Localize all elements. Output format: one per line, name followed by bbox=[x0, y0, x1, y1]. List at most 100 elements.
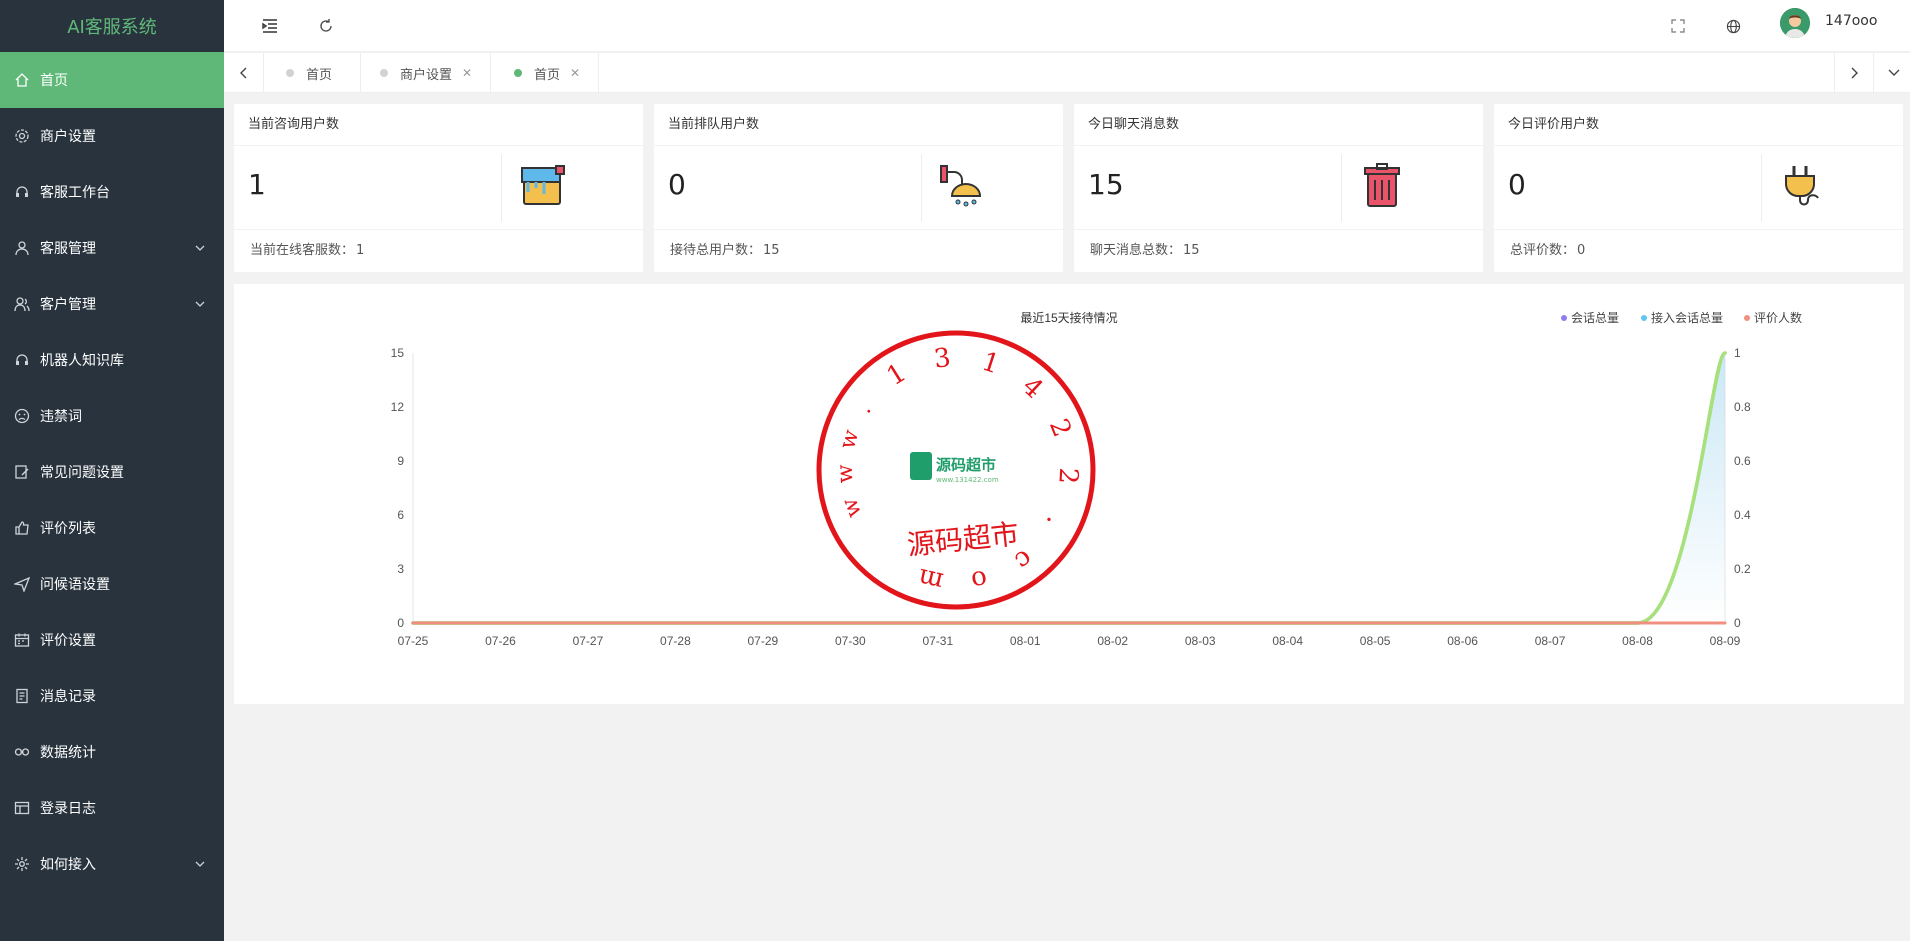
x-tick-label: 08-06 bbox=[1447, 634, 1478, 648]
collapse-menu-button[interactable] bbox=[254, 10, 286, 42]
tab-bar: 首页 商户设置 ✕ 首页 ✕ bbox=[224, 53, 1910, 93]
card-divider bbox=[1761, 154, 1762, 222]
avatar[interactable] bbox=[1780, 8, 1810, 38]
card-title: 今日聊天消息数 bbox=[1074, 104, 1483, 146]
sidebar-menu: 首页商户设置客服工作台客服管理客户管理机器人知识库违禁词常见问题设置 评价列表问候… bbox=[0, 52, 224, 892]
sidebar-item-label: 客户管理 bbox=[40, 297, 96, 313]
tab-label: 首页 bbox=[534, 67, 561, 83]
card-title: 当前排队用户数 bbox=[654, 104, 1063, 146]
app-logo[interactable]: AI客服系统 bbox=[0, 0, 224, 52]
y-right-tick-label: 0.2 bbox=[1734, 562, 1751, 576]
x-tick-label: 07-29 bbox=[748, 634, 779, 648]
sidebar-item-11[interactable]: 消息记录 bbox=[0, 668, 224, 724]
tab-label: 首页 bbox=[306, 67, 333, 83]
sidebar-item-7[interactable]: 常见问题设置 bbox=[0, 444, 224, 500]
card-value: 1 bbox=[248, 168, 266, 201]
watermark-char: . bbox=[852, 398, 877, 418]
tab-scroll-left-button[interactable] bbox=[224, 53, 264, 93]
y-left-tick-label: 9 bbox=[397, 454, 404, 468]
headset-icon bbox=[14, 352, 30, 368]
y-right-tick-label: 0.6 bbox=[1734, 454, 1751, 468]
sidebar-item-12[interactable]: 数据统计 bbox=[0, 724, 224, 780]
tab-status-dot bbox=[286, 69, 294, 77]
legend-marker bbox=[1561, 315, 1567, 321]
calendar-icon bbox=[14, 632, 30, 648]
card-body: 0 bbox=[654, 146, 1063, 230]
sidebar-item-14[interactable]: 如何接入 bbox=[0, 836, 224, 892]
users-icon bbox=[14, 296, 30, 312]
close-icon[interactable]: ✕ bbox=[570, 66, 580, 80]
card-value: 0 bbox=[668, 168, 686, 201]
watermark-char: w bbox=[835, 427, 864, 452]
fullscreen-button[interactable] bbox=[1662, 10, 1694, 42]
card-body: 1 bbox=[234, 146, 643, 230]
y-left-tick-label: 12 bbox=[391, 400, 405, 414]
sidebar-item-9[interactable]: 问候语设置 bbox=[0, 556, 224, 612]
username[interactable]: 147ooo bbox=[1825, 13, 1877, 29]
card-value: 15 bbox=[1088, 168, 1124, 201]
home-icon bbox=[14, 72, 30, 88]
edit-icon bbox=[14, 464, 30, 480]
legend-label: 接入会话总量 bbox=[1651, 310, 1723, 325]
chevron-down-icon bbox=[194, 242, 206, 254]
sidebar-item-8[interactable]: 评价列表 bbox=[0, 500, 224, 556]
sidebar-item-5[interactable]: 机器人知识库 bbox=[0, 332, 224, 388]
sidebar-item-6[interactable]: 违禁词 bbox=[0, 388, 224, 444]
paint-bucket-icon bbox=[521, 165, 565, 205]
sidebar-item-3[interactable]: 客服管理 bbox=[0, 220, 224, 276]
sidebar-item-label: 如何接入 bbox=[40, 857, 96, 873]
sidebar-item-label: 商户设置 bbox=[40, 129, 96, 145]
card-footer-label: 总评价数： bbox=[1510, 243, 1576, 258]
card-divider bbox=[921, 154, 922, 222]
chart-title: 最近15天接待情况 bbox=[1020, 310, 1117, 325]
tab-0[interactable]: 首页 bbox=[264, 53, 362, 93]
face-icon bbox=[14, 408, 30, 424]
tab-2[interactable]: 首页 ✕ bbox=[492, 53, 600, 93]
sidebar-item-label: 登录日志 bbox=[40, 801, 96, 817]
close-icon[interactable]: ✕ bbox=[462, 66, 472, 80]
chevron-down-icon bbox=[194, 858, 206, 870]
sidebar-item-label: 客服工作台 bbox=[40, 185, 110, 201]
tab-menu-button[interactable] bbox=[1874, 53, 1910, 93]
legend-marker bbox=[1744, 315, 1750, 321]
sidebar-item-label: 评价列表 bbox=[40, 521, 96, 537]
watermark-bottom-text: 源码超市 bbox=[906, 517, 1021, 562]
tab-status-dot bbox=[514, 69, 522, 77]
sidebar-item-4[interactable]: 客户管理 bbox=[0, 276, 224, 332]
tab-scroll-right-button[interactable] bbox=[1834, 53, 1874, 93]
sidebar-item-2[interactable]: 客服工作台 bbox=[0, 164, 224, 220]
card-body: 15 bbox=[1074, 146, 1483, 230]
stat-card: 当前咨询用户数 1 当前在线客服数： 1 bbox=[234, 104, 643, 272]
y-right-tick-label: 0.8 bbox=[1734, 400, 1751, 414]
watermark-char: w bbox=[837, 495, 867, 521]
card-footer: 聊天消息总数： 15 bbox=[1074, 230, 1483, 272]
chevron-left-icon bbox=[239, 67, 246, 79]
chevron-down-icon bbox=[1888, 69, 1900, 76]
sidebar-item-1[interactable]: 商户设置 bbox=[0, 108, 224, 164]
watermark-char: 1 bbox=[978, 347, 1003, 381]
headset-icon bbox=[14, 184, 30, 200]
language-button[interactable] bbox=[1717, 10, 1749, 42]
y-left-tick-label: 3 bbox=[397, 562, 404, 576]
stat-card: 今日聊天消息数 15 聊天消息总数： 15 bbox=[1074, 104, 1483, 272]
chevron-right-icon bbox=[1851, 67, 1858, 79]
y-left-tick-label: 15 bbox=[391, 346, 405, 360]
tab-1[interactable]: 商户设置 ✕ bbox=[358, 53, 492, 93]
sidebar-item-0[interactable]: 首页 bbox=[0, 52, 224, 108]
watermark-logo-icon bbox=[910, 452, 932, 480]
stat-card: 今日评价用户数 0 总评价数： 0 bbox=[1494, 104, 1903, 272]
sidebar-item-13[interactable]: 登录日志 bbox=[0, 780, 224, 836]
card-footer-value: 1 bbox=[356, 243, 365, 258]
indent-icon bbox=[262, 19, 277, 33]
refresh-button[interactable] bbox=[310, 10, 342, 42]
table-icon bbox=[14, 800, 30, 816]
x-tick-label: 08-07 bbox=[1535, 634, 1566, 648]
card-footer-value: 0 bbox=[1577, 243, 1586, 258]
sidebar-item-label: 常见问题设置 bbox=[40, 465, 124, 481]
sidebar-item-10[interactable]: 评价设置 bbox=[0, 612, 224, 668]
legend-label: 评价人数 bbox=[1754, 310, 1802, 325]
card-value: 0 bbox=[1508, 168, 1526, 201]
sidebar-item-label: 违禁词 bbox=[40, 409, 82, 425]
fullscreen-icon bbox=[1671, 19, 1685, 33]
cog-icon bbox=[14, 856, 30, 872]
